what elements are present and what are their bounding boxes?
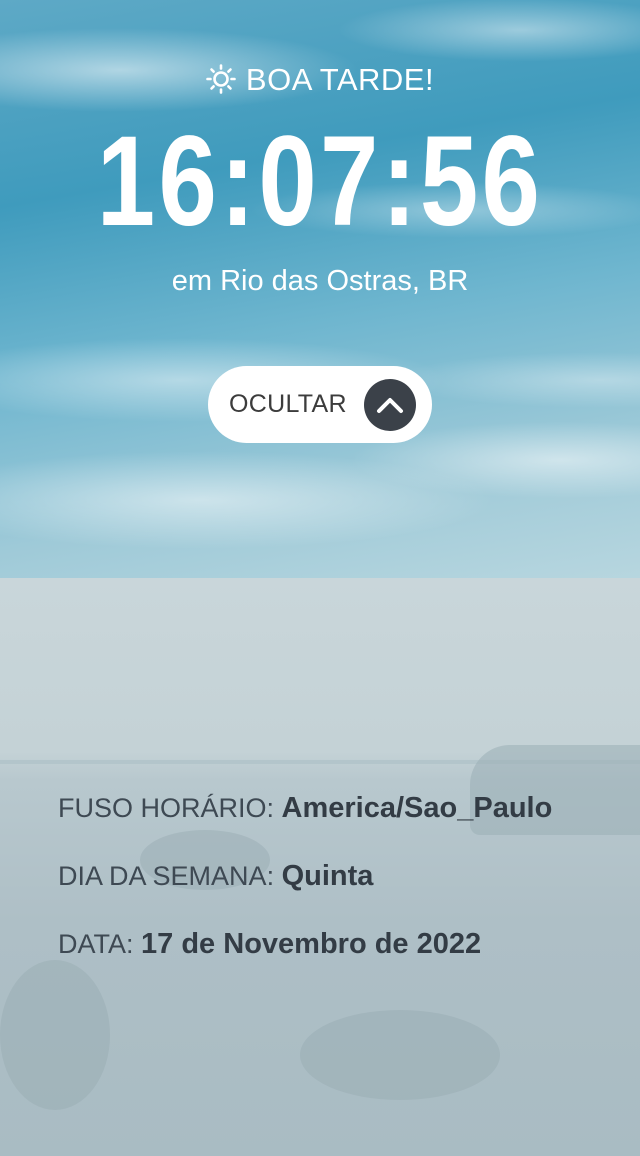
details-panel: FUSO HORÁRIO: America/Sao_Paulo DIA DA S… <box>58 792 552 996</box>
timezone-value: America/Sao_Paulo <box>281 792 553 824</box>
timezone-label: FUSO HORÁRIO: <box>58 793 275 823</box>
clock-time: 16:07:56 <box>96 110 544 253</box>
chevron-up-icon <box>364 379 416 431</box>
timezone-row: FUSO HORÁRIO: America/Sao_Paulo <box>58 792 552 860</box>
hide-details-button[interactable]: OCULTAR <box>208 366 432 443</box>
weekday-row: DIA DA SEMANA: Quinta <box>58 860 552 928</box>
clock-app: BOA TARDE! 16:07:56 em Rio das Ostras, B… <box>0 0 640 1156</box>
location-text: em Rio das Ostras, BR <box>171 265 469 297</box>
date-value: 17 de Novembro de 2022 <box>141 928 482 960</box>
date-label: DATA: <box>58 929 134 959</box>
greeting-text: BOA TARDE! <box>245 62 435 97</box>
weekday-value: Quinta <box>281 860 374 892</box>
hide-button-label: OCULTAR <box>229 390 347 418</box>
weekday-label: DIA DA SEMANA: <box>58 861 275 891</box>
greeting: BOA TARDE! <box>0 62 640 102</box>
rock-shape <box>300 1010 500 1100</box>
sun-icon <box>206 64 236 102</box>
date-row: DATA: 17 de Novembro de 2022 <box>58 928 552 996</box>
